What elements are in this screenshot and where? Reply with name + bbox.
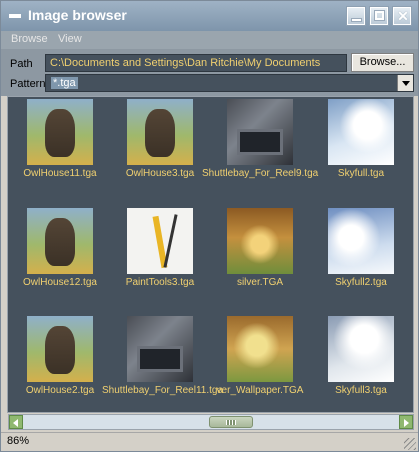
thumbnail-caption: OwlHouse3.tga (125, 168, 195, 179)
paint-tools-image (127, 208, 193, 274)
thumbnail-caption: silver.TGA (236, 277, 284, 288)
shuttlebay-image (227, 99, 293, 165)
minimize-button[interactable] (347, 7, 365, 25)
minimize-icon (352, 19, 361, 21)
arrow-right-icon (404, 419, 409, 427)
sky-image (328, 208, 394, 274)
thumbnail-caption: Skyfull3.tga (335, 385, 387, 396)
thumbnail-item[interactable]: OwlHouse2.tga (8, 314, 112, 410)
pattern-label: Pattern (10, 78, 46, 90)
grip-icon (226, 420, 236, 425)
owl-image (127, 99, 193, 165)
thumbnail-item[interactable]: PaintTools3.tga (108, 206, 212, 302)
pattern-dropdown-button[interactable] (397, 75, 413, 91)
arrow-left-icon (13, 419, 18, 427)
owl-image (27, 316, 93, 382)
close-icon: ✕ (397, 8, 409, 24)
thumbnail-item[interactable]: OwlHouse11.tga (8, 97, 112, 193)
autumn-image (227, 316, 293, 382)
resize-grip-icon[interactable] (404, 438, 416, 450)
thumbnail-item[interactable]: Skyfull.tga (309, 97, 413, 193)
path-label: Path (10, 58, 33, 70)
maximize-icon (374, 10, 385, 21)
thumbnail-caption: PaintTools3.tga (125, 277, 195, 288)
pattern-value: *.tga (51, 77, 78, 89)
autumn-image (227, 208, 293, 274)
status-bar: 86% (1, 432, 418, 451)
horizontal-scrollbar[interactable] (8, 414, 414, 430)
close-button[interactable]: ✕ (393, 7, 411, 25)
scroll-right-button[interactable] (399, 415, 413, 429)
sky-image (328, 316, 394, 382)
chevron-down-icon (402, 81, 410, 86)
thumbnail-caption: Skyfull.tga (337, 168, 385, 179)
path-toolbar: Path C:\Documents and Settings\Dan Ritch… (1, 49, 418, 96)
thumbnail-caption: ver_Wallpaper.TGA (216, 385, 304, 396)
path-input[interactable]: C:\Documents and Settings\Dan Ritchie\My… (45, 54, 347, 72)
thumbnail-item[interactable]: Skyfull2.tga (309, 206, 413, 302)
thumbnail-item[interactable]: silver.TGA (208, 206, 312, 302)
thumbnail-caption: Shuttlebay_For_Reel11.tga (102, 385, 224, 396)
thumbnail-item[interactable]: OwlHouse12.tga (8, 206, 112, 302)
thumbnail-item[interactable]: OwlHouse3.tga (108, 97, 212, 193)
owl-image (27, 208, 93, 274)
menu-view[interactable]: View (58, 33, 82, 45)
thumbnail-item[interactable]: Skyfull3.tga (309, 314, 413, 410)
shuttlebay-image (127, 316, 193, 382)
owl-image (27, 99, 93, 165)
image-browser-window: Image browser ✕ Browse View Path C:\Docu… (0, 0, 419, 452)
menu-browse[interactable]: Browse (11, 33, 48, 45)
sky-image (328, 99, 394, 165)
scroll-left-button[interactable] (9, 415, 23, 429)
thumbnail-item[interactable]: Shuttlebay_For_Reel11.tga (102, 314, 223, 410)
scrollbar-thumb[interactable] (209, 416, 253, 428)
window-title: Image browser (28, 7, 127, 23)
window-menu-icon[interactable] (9, 14, 21, 18)
thumbnail-item[interactable]: Shuttlebay_For_Reel9.tga (202, 97, 318, 193)
menu-bar: Browse View (1, 31, 418, 49)
maximize-button[interactable] (370, 7, 388, 25)
title-bar[interactable]: Image browser ✕ (1, 1, 418, 31)
thumbnail-caption: Skyfull2.tga (335, 277, 387, 288)
pattern-combobox[interactable]: *.tga (45, 74, 414, 92)
thumbnail-caption: Shuttlebay_For_Reel9.tga (202, 168, 319, 179)
thumbnail-grid[interactable]: OwlHouse11.tga OwlHouse3.tga Shuttlebay_… (7, 96, 414, 413)
thumbnail-item[interactable]: ver_Wallpaper.TGA (208, 314, 312, 410)
browse-button[interactable]: Browse... (351, 53, 414, 72)
zoom-status: 86% (7, 435, 30, 447)
